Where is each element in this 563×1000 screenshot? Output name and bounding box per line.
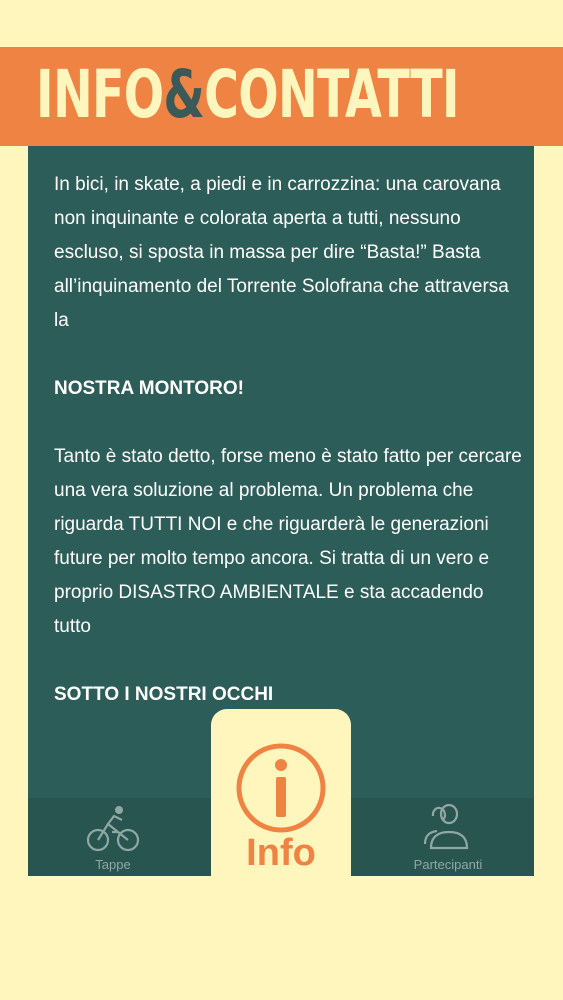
tab-info-label: Info xyxy=(246,832,316,874)
page-title: INFO&CONTATTI xyxy=(36,52,460,138)
title-contatti: CONTATTI xyxy=(204,56,459,133)
title-ampersand: & xyxy=(163,56,205,133)
heading-sotto-i-nostri: SOTTO I NOSTRI OCCHI xyxy=(54,684,274,705)
info-icon xyxy=(236,743,326,833)
people-icon xyxy=(423,804,469,850)
heading-nostra-montoro: NOSTRA MONTORO! xyxy=(54,378,244,399)
tab-partecipanti[interactable]: Partecipanti xyxy=(378,798,518,876)
tab-info[interactable]: Info xyxy=(211,709,351,876)
paragraph-intro: In bici, in skate, a piedi e in carrozzi… xyxy=(54,174,509,331)
cyclist-icon xyxy=(86,806,140,852)
tab-tappe-label: Tappe xyxy=(95,857,131,872)
tab-tappe[interactable]: Tappe xyxy=(58,798,168,876)
content-text: In bici, in skate, a piedi e in carrozzi… xyxy=(54,168,524,712)
tab-partecipanti-label: Partecipanti xyxy=(413,857,483,872)
title-info: INFO xyxy=(36,56,164,133)
paragraph-problem: Tanto è stato detto, forse meno è stato … xyxy=(54,446,522,637)
